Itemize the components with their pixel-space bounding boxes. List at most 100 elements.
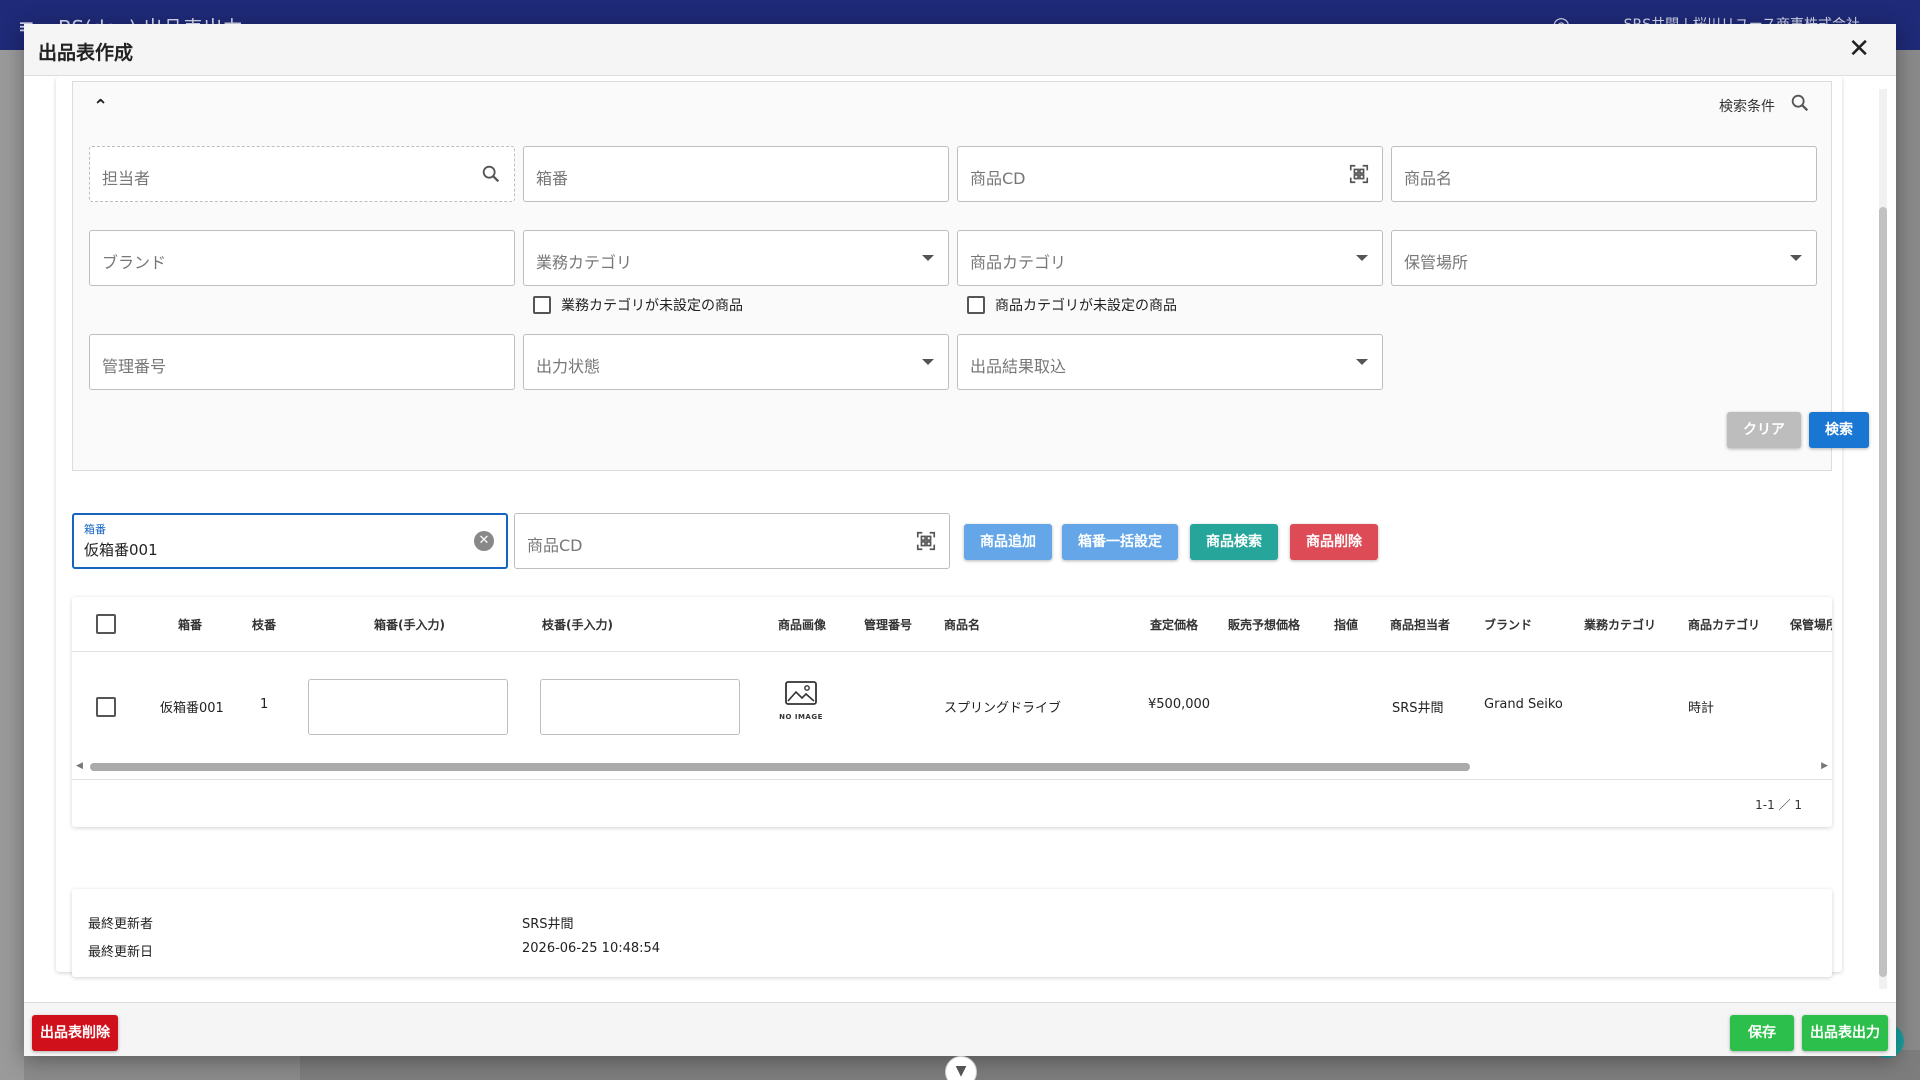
business-category-select[interactable]: 業務カテゴリ bbox=[523, 230, 949, 286]
scrollbar-thumb[interactable] bbox=[90, 763, 1470, 771]
create-listing-dialog: 出品表作成 ✕ ⌃ 検索条件 担当者 箱番 商品CD 商品名 ブランド 業務カテ… bbox=[24, 24, 1896, 1056]
table-header: 箱番 枝番 箱番(手入力) 枝番(手入力) 商品画像 管理番号 商品名 査定価格… bbox=[72, 597, 1832, 652]
last-updated-by-value: SRS井間 bbox=[522, 917, 574, 932]
product-cd-entry-field[interactable]: 商品CD bbox=[514, 513, 950, 569]
col-business-category[interactable]: 業務カテゴリ bbox=[1584, 616, 1656, 633]
search-conditions-label: 検索条件 bbox=[1719, 99, 1775, 115]
search-product-button[interactable]: 商品検索 bbox=[1190, 524, 1278, 560]
last-updated-by-label: 最終更新者 bbox=[88, 917, 154, 932]
dialog-header: 出品表作成 ✕ bbox=[24, 24, 1896, 76]
search-icon[interactable] bbox=[480, 163, 502, 189]
management-no-field[interactable]: 管理番号 bbox=[89, 334, 515, 390]
box-no-manual-input[interactable] bbox=[308, 679, 508, 735]
search-panel: ⌃ 検索条件 担当者 箱番 商品CD 商品名 ブランド 業務カテゴリ 商品カテゴ… bbox=[72, 81, 1869, 471]
close-icon[interactable]: ✕ bbox=[1848, 34, 1870, 64]
clear-button[interactable]: クリア bbox=[1727, 412, 1801, 448]
dropdown-arrow-icon bbox=[922, 255, 934, 261]
cell-box-no: 仮箱番001 bbox=[160, 701, 224, 716]
business-category-placeholder: 業務カテゴリ bbox=[536, 253, 633, 272]
col-expected-price[interactable]: 販売予想価格 bbox=[1228, 616, 1300, 633]
dropdown-arrow-icon bbox=[1356, 255, 1368, 261]
col-product-category[interactable]: 商品カテゴリ bbox=[1688, 616, 1760, 633]
add-product-button[interactable]: 商品追加 bbox=[964, 524, 1052, 560]
product-category-placeholder: 商品カテゴリ bbox=[970, 253, 1067, 272]
dialog-title: 出品表作成 bbox=[38, 42, 134, 64]
cell-appraisal-price: ¥500,000 bbox=[1148, 697, 1211, 712]
output-status-placeholder: 出力状態 bbox=[536, 357, 601, 376]
col-box-no[interactable]: 箱番 bbox=[178, 616, 202, 633]
box-no-placeholder: 箱番 bbox=[536, 169, 569, 188]
qr-code-icon[interactable] bbox=[915, 530, 937, 556]
col-management-no[interactable]: 管理番号 bbox=[864, 616, 912, 633]
branch-no-manual-input[interactable] bbox=[540, 679, 740, 735]
clear-icon[interactable]: ✕ bbox=[474, 531, 494, 551]
delete-product-button[interactable]: 商品削除 bbox=[1290, 524, 1378, 560]
staff-placeholder: 担当者 bbox=[102, 169, 151, 188]
select-all-checkbox[interactable] bbox=[96, 614, 116, 634]
qr-code-icon[interactable] bbox=[1348, 163, 1370, 189]
checkbox[interactable] bbox=[967, 296, 985, 314]
background-sidebar bbox=[0, 50, 24, 1080]
box-no-entry-value: 仮箱番001 bbox=[84, 541, 158, 559]
output-status-select[interactable]: 出力状態 bbox=[523, 334, 949, 390]
cell-product-name: スプリングドライブ bbox=[944, 701, 1062, 716]
col-brand[interactable]: ブランド bbox=[1484, 616, 1532, 633]
scrollbar-thumb[interactable] bbox=[1879, 207, 1887, 977]
no-product-category-checkbox[interactable]: 商品カテゴリが未設定の商品 bbox=[967, 295, 1177, 315]
no-business-category-label: 業務カテゴリが未設定の商品 bbox=[561, 298, 743, 314]
dropdown-arrow-icon bbox=[1790, 255, 1802, 261]
delete-sheet-button[interactable]: 出品表削除 bbox=[32, 1015, 118, 1051]
scroll-left-icon[interactable]: ◀ bbox=[76, 761, 83, 771]
product-cd-entry-placeholder: 商品CD bbox=[527, 536, 583, 555]
no-business-category-checkbox[interactable]: 業務カテゴリが未設定の商品 bbox=[533, 295, 743, 315]
bulk-box-setting-button[interactable]: 箱番一括設定 bbox=[1062, 524, 1178, 560]
row-checkbox[interactable] bbox=[96, 697, 116, 717]
save-button[interactable]: 保存 bbox=[1730, 1015, 1794, 1051]
col-box-no-manual[interactable]: 箱番(手入力) bbox=[374, 616, 445, 633]
storage-placeholder: 保管場所 bbox=[1404, 253, 1469, 272]
box-no-field[interactable]: 箱番 bbox=[523, 146, 949, 202]
product-cd-field[interactable]: 商品CD bbox=[957, 146, 1383, 202]
col-product-name[interactable]: 商品名 bbox=[944, 616, 980, 633]
checkbox[interactable] bbox=[533, 296, 551, 314]
no-image-label: NO IMAGE bbox=[779, 713, 823, 721]
scroll-right-icon[interactable]: ▶ bbox=[1821, 761, 1828, 771]
dropdown-arrow-icon bbox=[1356, 359, 1368, 365]
product-table: 箱番 枝番 箱番(手入力) 枝番(手入力) 商品画像 管理番号 商品名 査定価格… bbox=[72, 597, 1832, 827]
box-no-entry-label: 箱番 bbox=[84, 523, 106, 536]
cell-branch-no: 1 bbox=[260, 697, 269, 712]
col-product-image[interactable]: 商品画像 bbox=[778, 616, 826, 633]
box-no-entry-field[interactable]: 箱番 仮箱番001 ✕ bbox=[72, 513, 508, 569]
vertical-scrollbar[interactable] bbox=[1876, 77, 1888, 1002]
pagination-info: 1-1 ／ 1 bbox=[1755, 798, 1802, 812]
search-icon[interactable] bbox=[1789, 92, 1811, 118]
product-name-field[interactable]: 商品名 bbox=[1391, 146, 1817, 202]
brand-field[interactable]: ブランド bbox=[89, 230, 515, 286]
output-sheet-button[interactable]: 出品表出力 bbox=[1802, 1015, 1888, 1051]
no-image-icon: NO IMAGE bbox=[778, 681, 824, 721]
product-cd-placeholder: 商品CD bbox=[970, 169, 1026, 188]
no-product-category-label: 商品カテゴリが未設定の商品 bbox=[995, 298, 1177, 314]
col-storage[interactable]: 保管場所 bbox=[1790, 616, 1832, 633]
search-button[interactable]: 検索 bbox=[1809, 412, 1869, 448]
storage-select[interactable]: 保管場所 bbox=[1391, 230, 1817, 286]
cell-brand: Grand Seiko bbox=[1484, 697, 1563, 712]
last-updated-at-label: 最終更新日 bbox=[88, 945, 154, 960]
update-info-panel: 最終更新者 SRS井間 最終更新日 2026-06-25 10:48:54 bbox=[72, 889, 1832, 977]
chevron-up-icon[interactable]: ⌃ bbox=[93, 96, 108, 117]
horizontal-scrollbar[interactable]: ◀ ▶ bbox=[72, 759, 1832, 773]
cell-product-category: 時計 bbox=[1688, 701, 1715, 716]
dialog-footer: 出品表削除 保存 出品表出力 bbox=[24, 1002, 1896, 1056]
staff-field[interactable]: 担当者 bbox=[89, 146, 515, 202]
col-product-staff[interactable]: 商品担当者 bbox=[1390, 616, 1450, 633]
result-import-select[interactable]: 出品結果取込 bbox=[957, 334, 1383, 390]
col-branch-no[interactable]: 枝番 bbox=[252, 616, 276, 633]
col-appraisal-price[interactable]: 査定価格 bbox=[1150, 616, 1198, 633]
col-branch-no-manual[interactable]: 枝番(手入力) bbox=[542, 616, 613, 633]
table-footer: 1-1 ／ 1 bbox=[72, 779, 1832, 827]
scroll-down-icon[interactable]: ▼ bbox=[945, 1056, 977, 1080]
product-category-select[interactable]: 商品カテゴリ bbox=[957, 230, 1383, 286]
cell-product-staff: SRS井間 bbox=[1392, 701, 1444, 716]
result-import-placeholder: 出品結果取込 bbox=[970, 357, 1067, 376]
col-limit-price[interactable]: 指値 bbox=[1334, 616, 1358, 633]
